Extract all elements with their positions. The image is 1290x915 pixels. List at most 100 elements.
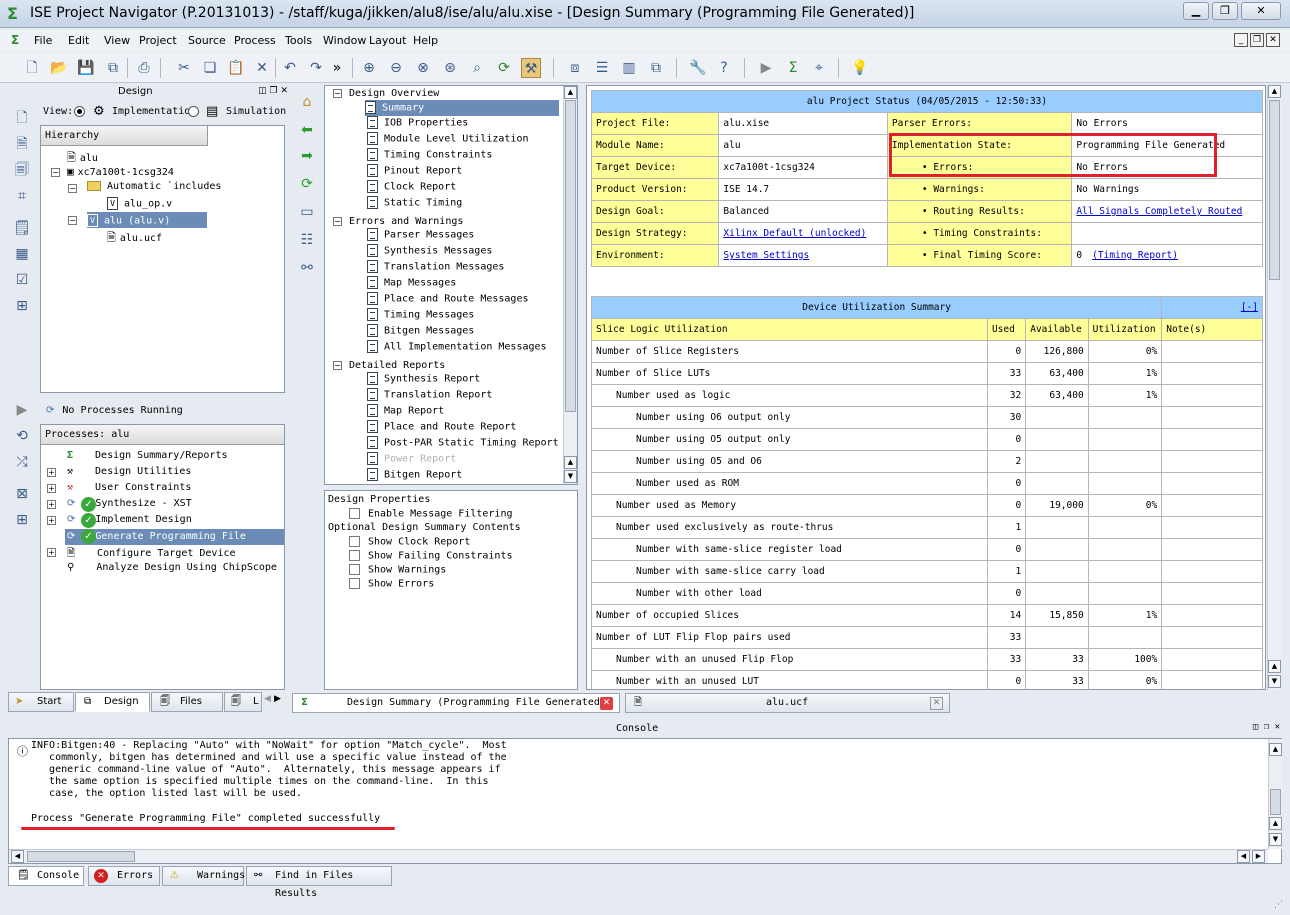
scroll-left-button[interactable]: ◀ — [11, 850, 24, 863]
zoom-select-icon[interactable]: ⌕ — [467, 58, 487, 78]
scroll-down-button[interactable]: ▲ — [564, 456, 577, 469]
scroll-down-button[interactable]: ▼ — [564, 470, 577, 483]
dr-item[interactable]: Map Report — [367, 404, 444, 417]
tab-warnings[interactable]: ⚠ Warnings — [162, 866, 245, 886]
status-value[interactable]: System Settings — [718, 244, 888, 267]
report-scrollbar[interactable]: ▲ ▲ ▼ — [1267, 85, 1281, 690]
undo-icon[interactable]: ↶ — [280, 58, 300, 78]
enable-filtering-option[interactable]: Enable Message Filtering — [349, 508, 513, 520]
more-icon[interactable]: » — [327, 58, 347, 78]
tab-console[interactable]: 🗒 Console — [8, 866, 84, 886]
ew-item[interactable]: Bitgen Messages — [367, 324, 474, 337]
scroll-thumb[interactable] — [1270, 789, 1281, 815]
ew-item[interactable]: Synthesis Messages — [367, 244, 492, 257]
zoom-out-icon[interactable]: ⊖ — [386, 58, 406, 78]
menu-project[interactable]: Project — [139, 34, 177, 47]
binoculars-icon[interactable]: ⚯ — [297, 258, 317, 278]
expand-toggle[interactable]: + — [47, 548, 56, 557]
ew-item[interactable]: Map Messages — [367, 276, 456, 289]
show-warnings-option[interactable]: Show Warnings — [349, 564, 446, 576]
menu-process[interactable]: Process — [234, 34, 276, 47]
menu-tools[interactable]: Tools — [285, 34, 312, 47]
tile-vertical-icon[interactable]: ▥ — [619, 58, 639, 78]
html-icon[interactable]: ▭ — [297, 202, 317, 222]
dr-item[interactable]: Bitgen Report — [367, 468, 462, 481]
save-icon[interactable]: 💾 — [76, 58, 96, 78]
run-icon[interactable]: ▶ — [756, 58, 776, 78]
nav-scrollbar[interactable]: ▲ ▲ ▼ — [563, 86, 577, 484]
forward-icon[interactable]: ➡ — [297, 146, 317, 166]
scroll-thumb[interactable] — [27, 851, 135, 862]
maximize-button[interactable]: ❐ — [1212, 2, 1238, 20]
scroll-down-button[interactable]: ▼ — [1268, 675, 1281, 688]
expand-toggle[interactable]: − — [68, 216, 77, 225]
expand-toggle[interactable]: − — [51, 168, 60, 177]
open-folder-icon[interactable]: 📂 — [49, 58, 69, 78]
expand-toggle[interactable]: + — [47, 516, 56, 525]
tab-errors[interactable]: ✕ Errors — [88, 866, 160, 886]
add-source-icon[interactable]: 🗎 — [12, 134, 32, 154]
ew-item[interactable]: Parser Messages — [367, 228, 474, 241]
ov-item[interactable]: Timing Constraints — [367, 148, 492, 161]
collapse-link[interactable]: [-] — [1161, 296, 1263, 319]
tree-item-includes[interactable]: Automatic `includes — [87, 181, 221, 192]
checklist-icon[interactable]: ☑ — [12, 270, 32, 290]
refresh-icon[interactable]: ⟳ — [494, 58, 514, 78]
tree-item-device[interactable]: ▣ xc7a100t-1csg324 — [67, 165, 174, 178]
report-icon[interactable]: 🗒 — [12, 218, 32, 238]
sigma-summary-icon[interactable]: Σ — [783, 58, 803, 78]
menu-layout[interactable]: Layout — [369, 34, 406, 47]
scroll-thumb[interactable] — [565, 100, 576, 412]
tab-libraries[interactable]: 🗐 L — [224, 692, 262, 712]
ov-item[interactable]: Module Level Utilization — [367, 132, 529, 145]
expand-toggle[interactable]: + — [47, 468, 56, 477]
expand-toggle[interactable]: − — [68, 184, 77, 193]
expand-toggle[interactable]: + — [47, 500, 56, 509]
run-process-icon[interactable]: ▶ — [12, 400, 32, 420]
process-configure-device[interactable]: 🗎 Configure Target Device — [67, 546, 236, 563]
table-icon[interactable]: ⊞ — [12, 296, 32, 316]
menu-view[interactable]: View — [104, 34, 130, 47]
tree-item-ucf[interactable]: 🗎 alu.ucf — [107, 229, 162, 248]
collapse-toggle[interactable]: − — [333, 217, 342, 226]
timing-report-link[interactable]: (Timing Report) — [1092, 250, 1178, 261]
checkbox[interactable] — [349, 578, 360, 589]
dr-item[interactable]: Post-PAR Static Timing Report — [367, 436, 559, 449]
list-icon[interactable]: ☷ — [297, 230, 317, 250]
hammer-icon[interactable]: ⚒ — [521, 58, 541, 78]
wrench-icon[interactable]: 🔧 — [688, 58, 708, 78]
simulation-radio[interactable] — [188, 106, 199, 117]
windows-icon[interactable]: ⧉ — [646, 58, 666, 78]
checkbox[interactable] — [349, 550, 360, 561]
collapse-toggle[interactable]: − — [333, 361, 342, 370]
new-file-icon[interactable]: 🗋 — [22, 58, 42, 78]
redo-icon[interactable]: ↷ — [306, 58, 326, 78]
dr-item[interactable]: Power Report — [367, 452, 456, 465]
collapse-toggle[interactable]: − — [333, 89, 342, 98]
process-user-constraints[interactable]: ⚒ User Constraints — [67, 482, 191, 493]
tree-item-alu-top[interactable]: Valu (alu.v) — [87, 212, 207, 228]
show-failing-constraints-option[interactable]: Show Failing Constraints — [349, 550, 513, 562]
menu-source[interactable]: Source — [188, 34, 226, 47]
stop-icon[interactable]: ⊠ — [12, 484, 32, 504]
implementation-radio[interactable] — [74, 106, 85, 117]
menu-window[interactable]: Window — [323, 34, 366, 47]
process-design-utilities[interactable]: ⚒ Design Utilities — [67, 466, 191, 477]
menu-help[interactable]: Help — [413, 34, 438, 47]
ew-item[interactable]: All Implementation Messages — [367, 340, 547, 353]
mdi-close-button[interactable]: ✕ — [1266, 33, 1280, 47]
ew-item[interactable]: Translation Messages — [367, 260, 504, 273]
expand-toggle[interactable]: + — [47, 484, 56, 493]
mdi-restore-button[interactable]: ❐ — [1250, 33, 1264, 47]
tab-alu-ucf[interactable]: 🗎 alu.ucf ✕ — [625, 693, 950, 713]
rerun-all-icon[interactable]: ⤮ — [12, 452, 32, 472]
checkbox[interactable] — [349, 508, 360, 519]
zoom-full-icon[interactable]: ⊗ — [413, 58, 433, 78]
scroll-left-button[interactable]: ◀ — [1237, 850, 1250, 863]
dr-item[interactable]: Synthesis Report — [367, 372, 480, 385]
dr-item[interactable]: Translation Report — [367, 388, 492, 401]
scroll-thumb[interactable] — [1269, 100, 1280, 280]
expand-icon[interactable]: ⊞ — [12, 510, 32, 530]
hierarchy-icon[interactable]: ⌗ — [12, 186, 32, 206]
menu-file[interactable]: File — [34, 34, 52, 47]
